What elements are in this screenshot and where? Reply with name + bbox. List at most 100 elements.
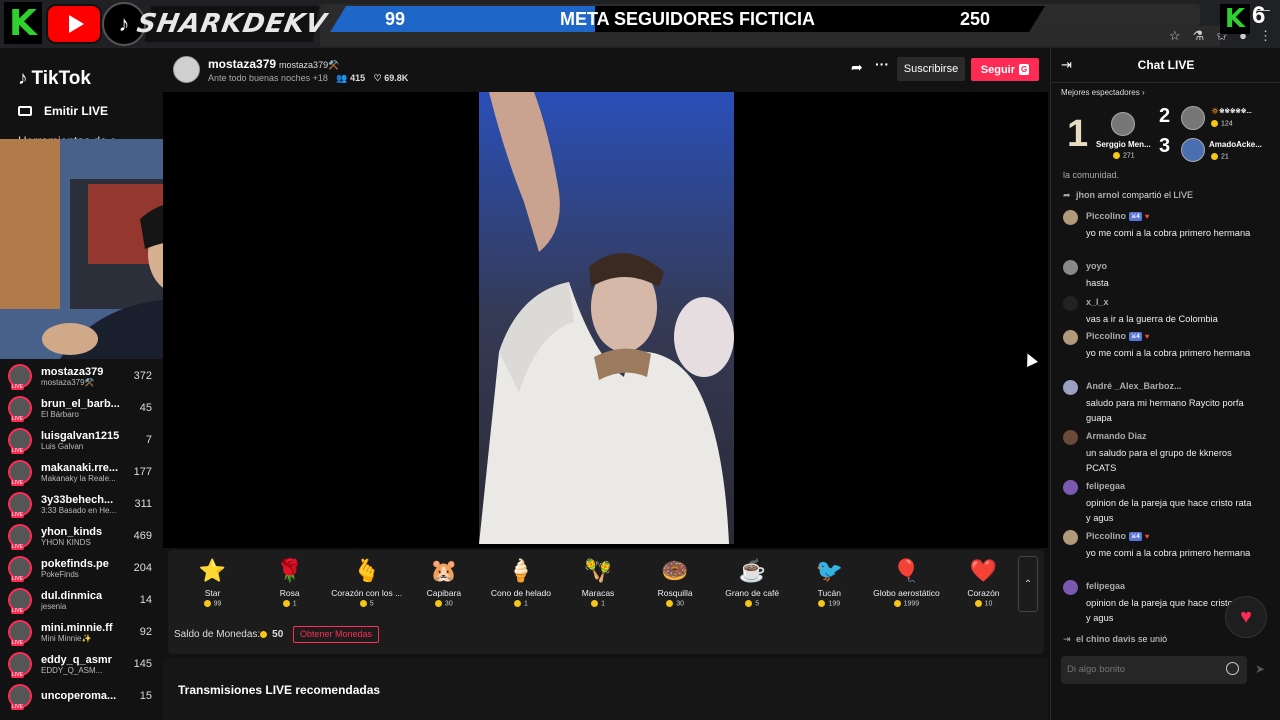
k-logo-small: K	[1220, 4, 1250, 34]
coin-balance-label: Saldo de Monedas:	[174, 629, 261, 640]
rank-2-avatar[interactable]	[1181, 106, 1205, 130]
following-list: mostaza379mostaza379⚒️ 372 brun_el_barb...…	[8, 360, 156, 712]
share-icon[interactable]: ➦	[851, 59, 863, 76]
following-item[interactable]: uncoperoma... 15	[8, 680, 156, 712]
gift-item[interactable]: 🎈 Globo aerostático 1999	[868, 556, 945, 607]
heart-outline-icon: ♡	[373, 73, 385, 83]
more-options-icon[interactable]: ···	[875, 56, 889, 72]
rank-1-avatar[interactable]	[1111, 112, 1135, 136]
gift-item[interactable]: 🌹 Rosa 1	[251, 556, 328, 607]
gift-item[interactable]: ☕ Grano de café 5	[714, 556, 791, 607]
chat-username[interactable]: Armando Diaz	[1086, 431, 1147, 441]
following-name: uncoperoma...	[41, 690, 117, 702]
share-small-icon: ➦	[1063, 190, 1071, 200]
live-video[interactable]	[479, 92, 734, 544]
menu-icon[interactable]: ⋮	[1259, 28, 1272, 44]
viewer-count: 415	[350, 73, 366, 83]
coin-icon	[893, 600, 901, 607]
gift-icon: 🐦	[815, 558, 843, 583]
gift-icon: 🫰	[353, 558, 381, 583]
chat-avatar	[1063, 210, 1078, 225]
chat-input[interactable]	[1067, 664, 1217, 675]
like-heart-button[interactable]: ♥	[1225, 596, 1267, 638]
chat-username[interactable]: Piccolino	[1086, 331, 1126, 341]
host-name[interactable]: mostaza379	[208, 57, 276, 71]
following-item[interactable]: luisgalvan1215Luis Galvan 7	[8, 424, 156, 456]
gift-name: Star	[204, 588, 221, 598]
go-live-link[interactable]: Emitir LIVE	[18, 104, 108, 118]
gift-name: Corazón con los ...	[331, 588, 403, 598]
chat-username[interactable]: André _Alex_Barboz...	[1086, 381, 1182, 391]
host-avatar[interactable]	[173, 56, 200, 83]
chat-username[interactable]: felipegaa	[1086, 581, 1125, 591]
gift-name: Grano de café	[725, 588, 780, 598]
gift-price: 1	[559, 600, 636, 607]
gift-item[interactable]: 🐹 Capibara 30	[405, 556, 482, 607]
gift-item[interactable]: 🍩 Rosquilla 30	[637, 556, 714, 607]
chat-username[interactable]: Piccolino	[1086, 211, 1126, 221]
following-subtitle: mostaza379⚒️	[41, 377, 95, 387]
following-viewer-count: 469	[133, 530, 152, 542]
gift-item[interactable]: ❤️ Corazón 10	[945, 556, 1022, 607]
following-item[interactable]: mostaza379mostaza379⚒️ 372	[8, 360, 156, 392]
chat-avatar	[1063, 480, 1078, 495]
following-viewer-count: 372	[133, 370, 152, 382]
following-item[interactable]: 3y33behech...3:33 Basado en He... 311	[8, 488, 156, 520]
following-item[interactable]: dul.dinmicajesenia 14	[8, 584, 156, 616]
emoji-icon[interactable]	[1226, 662, 1239, 675]
goal-title: META SEGUIDORES FICTICIA	[559, 9, 815, 29]
rank-1-number: 1	[1067, 113, 1089, 155]
following-item[interactable]: pokefinds.pePokeFinds 204	[8, 552, 156, 584]
gift-item[interactable]: 🫰 Corazón con los ... 5	[328, 556, 405, 607]
extensions-icon[interactable]: ⚗	[1193, 28, 1205, 44]
gift-name: Rosa	[279, 588, 300, 598]
following-item[interactable]: yhon_kindsYHON KINDS 469	[8, 520, 156, 552]
following-item[interactable]: makanaki.rre...Makanaky la Reale... 177	[8, 456, 156, 488]
following-item[interactable]: brun_el_barb...El Bárbaro 45	[8, 392, 156, 424]
expand-gifts-chevron-up-icon[interactable]: ⌃	[1018, 556, 1038, 612]
gift-name: Capibara	[426, 588, 462, 598]
gift-name: Globo aerostático	[873, 588, 940, 598]
send-icon[interactable]: ➤	[1255, 662, 1265, 676]
gift-icon: 🎈	[892, 558, 921, 583]
gift-item[interactable]: 🪇 Maracas 1	[559, 556, 636, 607]
chat-username[interactable]: felipegaa	[1086, 481, 1125, 491]
following-subtitle: Mini Minnie✨	[41, 633, 92, 643]
chat-input-box[interactable]	[1061, 656, 1247, 684]
following-name: 3y33behech...	[41, 493, 114, 506]
following-viewer-count: 14	[139, 594, 152, 606]
gift-item[interactable]: 🍦 Cono de helado 1	[482, 556, 559, 607]
following-viewer-count: 145	[133, 658, 152, 670]
following-item[interactable]: mini.minnie.ffMini Minnie✨ 92	[8, 616, 156, 648]
gift-item[interactable]: 🐦 Tucán 199	[791, 556, 868, 607]
chat-avatar	[1063, 296, 1078, 311]
top-viewers: 1 Serggio Men... 271 2 🔅※※※※※... 124 3 A…	[1051, 103, 1280, 168]
follow-button[interactable]: Seguir G	[971, 58, 1039, 81]
star-icon[interactable]: ☆	[1169, 28, 1181, 44]
chat-title: Chat LIVE	[1137, 58, 1195, 72]
brand-logo: SHARKDEKV	[135, 6, 329, 42]
coin-icon	[260, 631, 268, 638]
chat-username[interactable]: yoyo	[1086, 261, 1107, 271]
live-title: Ante todo buenas noches +18	[208, 73, 328, 83]
rank-2-name: 🔅※※※※※...	[1211, 108, 1252, 115]
chat-avatar	[1063, 330, 1078, 345]
tiktok-logo[interactable]: ♪ TikTok	[18, 68, 91, 90]
rank-3-avatar[interactable]	[1181, 138, 1205, 162]
following-subtitle: El Bárbaro	[41, 409, 79, 419]
following-item[interactable]: eddy_q_asmrEDDY_Q_ASM... 145	[8, 648, 156, 680]
get-coins-button[interactable]: Obtener Monedas	[293, 626, 380, 643]
following-avatar	[8, 460, 32, 486]
fan-badge-icon: ♥	[1144, 531, 1150, 541]
chat-avatar	[1063, 530, 1078, 545]
chat-username[interactable]: x_l_x	[1086, 297, 1109, 307]
chat-username[interactable]: Piccolino	[1086, 531, 1126, 541]
rank-3-number: 3	[1159, 135, 1171, 157]
subscribe-button[interactable]: Suscribirse	[897, 57, 965, 81]
fan-badge-icon: ♥	[1144, 331, 1150, 341]
following-viewer-count: 204	[133, 562, 152, 574]
coin-icon	[282, 600, 290, 607]
like-count: 69.8K	[384, 73, 409, 83]
gift-item[interactable]: ⭐ Star 99	[174, 556, 251, 607]
top-viewers-link[interactable]: Mejores espectadores ›	[1061, 88, 1145, 97]
